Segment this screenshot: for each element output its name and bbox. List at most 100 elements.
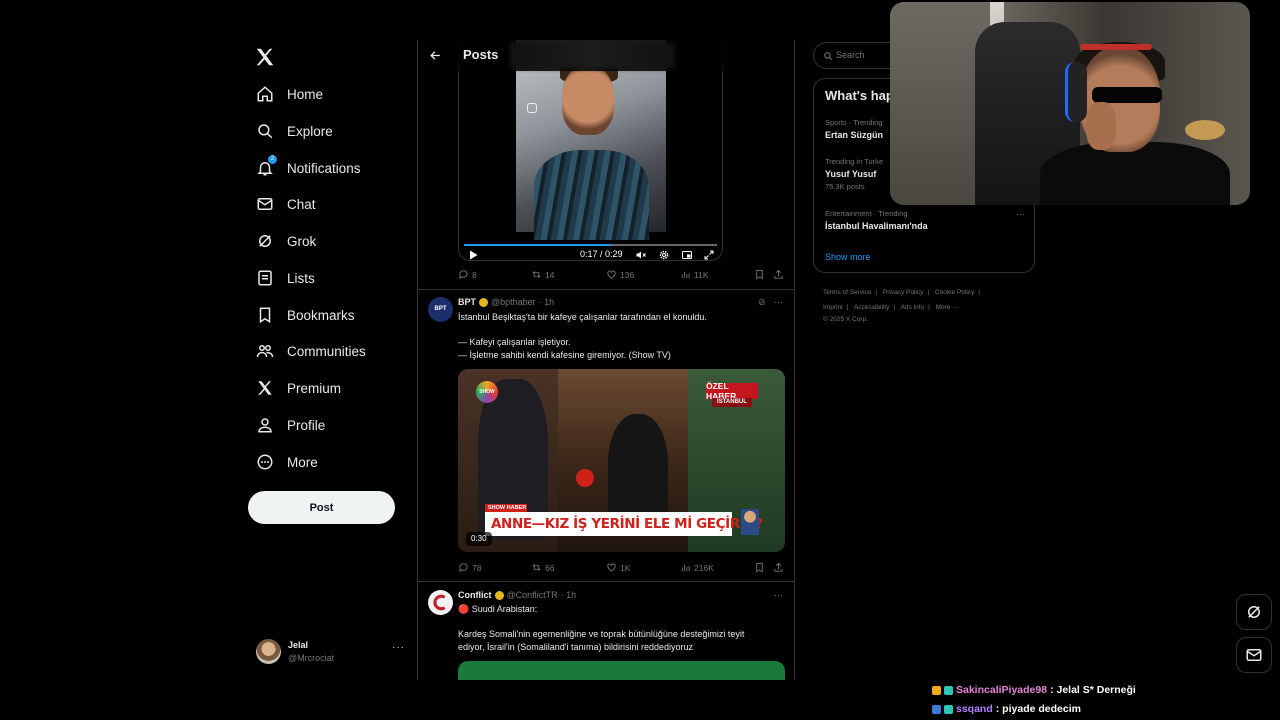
video-progress-bar[interactable] bbox=[464, 244, 717, 246]
share-button[interactable] bbox=[773, 269, 784, 280]
x-icon bbox=[258, 381, 272, 395]
avatar[interactable]: BPT bbox=[428, 297, 453, 322]
city-label: İSTANBUL bbox=[712, 398, 752, 407]
nav-notifications[interactable]: 2 Notifications bbox=[256, 153, 361, 183]
nav-chat[interactable]: Chat bbox=[256, 189, 316, 219]
notification-badge: 2 bbox=[268, 155, 277, 164]
tweet-text-line: İstanbul Beşiktaş'ta bir kafeye çalışanl… bbox=[458, 312, 707, 322]
account-name: Jelal bbox=[288, 640, 309, 650]
trends-title: What's hap bbox=[825, 88, 894, 103]
more-options-icon[interactable]: ··· bbox=[774, 590, 783, 600]
mail-icon bbox=[1246, 649, 1262, 661]
footer-link[interactable]: Cookie Policy bbox=[935, 289, 974, 296]
mute-button[interactable] bbox=[635, 249, 647, 260]
ozel-haber-label: ÖZEL HABER bbox=[706, 381, 758, 401]
settings-button[interactable] bbox=[658, 249, 670, 260]
tweet-text-line: Kardeş Somali'nin egemenliğine ve toprak… bbox=[458, 629, 745, 639]
gear-icon bbox=[659, 250, 669, 260]
bookmark-button[interactable] bbox=[754, 269, 765, 280]
grok-floating-button[interactable] bbox=[1236, 594, 1272, 630]
account-switcher[interactable]: Jelal @Mrcrociat ··· bbox=[256, 638, 406, 666]
video-time: 0:17 / 0:29 bbox=[580, 249, 623, 259]
more-options-icon[interactable]: ··· bbox=[774, 297, 783, 307]
author-handle[interactable]: @bpthaber bbox=[491, 297, 536, 307]
nav-label: Notifications bbox=[287, 160, 361, 176]
author-name[interactable]: Conflict bbox=[458, 590, 492, 600]
footer-link[interactable]: More ··· bbox=[936, 304, 959, 311]
share-button[interactable] bbox=[773, 562, 784, 573]
show-more-link[interactable]: Show more bbox=[825, 252, 871, 262]
nav-label: Explore bbox=[287, 123, 333, 139]
bookmark-icon bbox=[756, 269, 763, 280]
share-icon bbox=[774, 562, 783, 572]
nav-label: Home bbox=[287, 86, 324, 102]
tweet-text-line: — Kafeyi çalışanlar işletiyor. bbox=[458, 337, 571, 347]
grok-icon[interactable]: ⊘ bbox=[758, 297, 766, 308]
trend-more-icon[interactable]: ··· bbox=[1016, 209, 1025, 219]
like-button[interactable]: 1K bbox=[606, 562, 630, 573]
play-button[interactable] bbox=[467, 249, 479, 260]
repost-button[interactable]: 14 bbox=[531, 269, 554, 280]
back-arrow-icon[interactable] bbox=[429, 49, 442, 62]
footer-link[interactable]: Ads info bbox=[901, 304, 925, 311]
nav-label: Communities bbox=[287, 343, 366, 359]
tweet-bpt[interactable]: BPT BPT @bpthaber · 1h ⊘ ··· İstanbul Be… bbox=[418, 297, 794, 587]
tweet-time[interactable]: · 1h bbox=[561, 590, 577, 600]
instagram-icon bbox=[527, 103, 537, 113]
messages-floating-button[interactable] bbox=[1236, 637, 1272, 673]
views-icon bbox=[681, 271, 690, 279]
footer-link[interactable]: Imprint bbox=[823, 304, 843, 311]
nav-profile[interactable]: Profile bbox=[256, 410, 325, 440]
nav-label: Grok bbox=[287, 233, 317, 249]
footer-link[interactable]: Accessibility bbox=[854, 304, 889, 311]
nav-explore[interactable]: Explore bbox=[256, 116, 333, 146]
tweet-text-line: — İşletme sahibi kendi kafesine giremiyo… bbox=[458, 350, 671, 360]
verified-badge-icon bbox=[479, 297, 488, 307]
views-icon bbox=[681, 564, 690, 572]
divider bbox=[418, 289, 794, 290]
nav-bookmarks[interactable]: Bookmarks bbox=[256, 300, 355, 330]
nav-label: Lists bbox=[287, 270, 315, 286]
footer-link[interactable]: Terms of Service bbox=[823, 289, 871, 296]
tweet-image[interactable] bbox=[458, 661, 785, 680]
fullscreen-button[interactable] bbox=[703, 249, 715, 260]
avatar[interactable] bbox=[428, 590, 453, 615]
pip-button[interactable] bbox=[681, 249, 693, 260]
tweet-header: BPT @bpthaber · 1h bbox=[458, 297, 554, 307]
nav-premium[interactable]: Premium bbox=[256, 373, 341, 403]
author-handle[interactable]: @ConflictTR bbox=[507, 590, 558, 600]
mail-icon bbox=[257, 198, 273, 210]
account-more-icon[interactable]: ··· bbox=[392, 642, 405, 653]
tweet-video[interactable]: SHOW ÖZEL HABER İSTANBUL SHOW HABER ANNE… bbox=[458, 369, 785, 552]
nav-home[interactable]: Home bbox=[256, 79, 323, 109]
x-logo-icon[interactable] bbox=[254, 46, 276, 68]
nav-lists[interactable]: Lists bbox=[256, 263, 315, 293]
reply-button[interactable]: 78 bbox=[458, 562, 481, 573]
reply-button[interactable]: 8 bbox=[458, 269, 477, 280]
nav-communities[interactable]: Communities bbox=[256, 336, 366, 366]
like-button[interactable]: 136 bbox=[606, 269, 634, 280]
heart-icon bbox=[607, 563, 616, 572]
chat-text: : piyade dedecim bbox=[995, 703, 1081, 715]
nav-more[interactable]: More bbox=[256, 447, 318, 477]
blurred-region bbox=[510, 42, 675, 69]
video-player[interactable]: 0:17 / 0:29 bbox=[458, 40, 723, 261]
page-title: Posts bbox=[463, 47, 499, 62]
tweet-time[interactable]: · 1h bbox=[539, 297, 555, 307]
chat-username: SakincaliPiyade98 bbox=[956, 684, 1048, 696]
nav-grok[interactable]: Grok bbox=[256, 226, 316, 256]
tweet-conflict[interactable]: Conflict @ConflictTR · 1h ··· 🔴 Suudi Ar… bbox=[418, 590, 794, 680]
microphone bbox=[576, 469, 594, 487]
author-name[interactable]: BPT bbox=[458, 297, 476, 307]
pip-icon bbox=[682, 251, 692, 259]
post-button[interactable]: Post bbox=[248, 491, 395, 524]
tweet-text-line: ediyor, İsrail'in (Somaliland'i tanıma) … bbox=[458, 642, 694, 652]
footer-link[interactable]: Privacy Policy bbox=[883, 289, 923, 296]
bookmark-button[interactable] bbox=[754, 562, 765, 573]
repost-button[interactable]: 66 bbox=[531, 562, 554, 573]
sunglasses bbox=[1092, 87, 1162, 103]
views-button[interactable]: 11K bbox=[680, 269, 709, 280]
views-button[interactable]: 216K bbox=[680, 562, 714, 573]
trend-item[interactable]: Entertainment · Trending İstanbul Havali… bbox=[825, 209, 1025, 231]
bookmark-icon bbox=[259, 307, 271, 324]
